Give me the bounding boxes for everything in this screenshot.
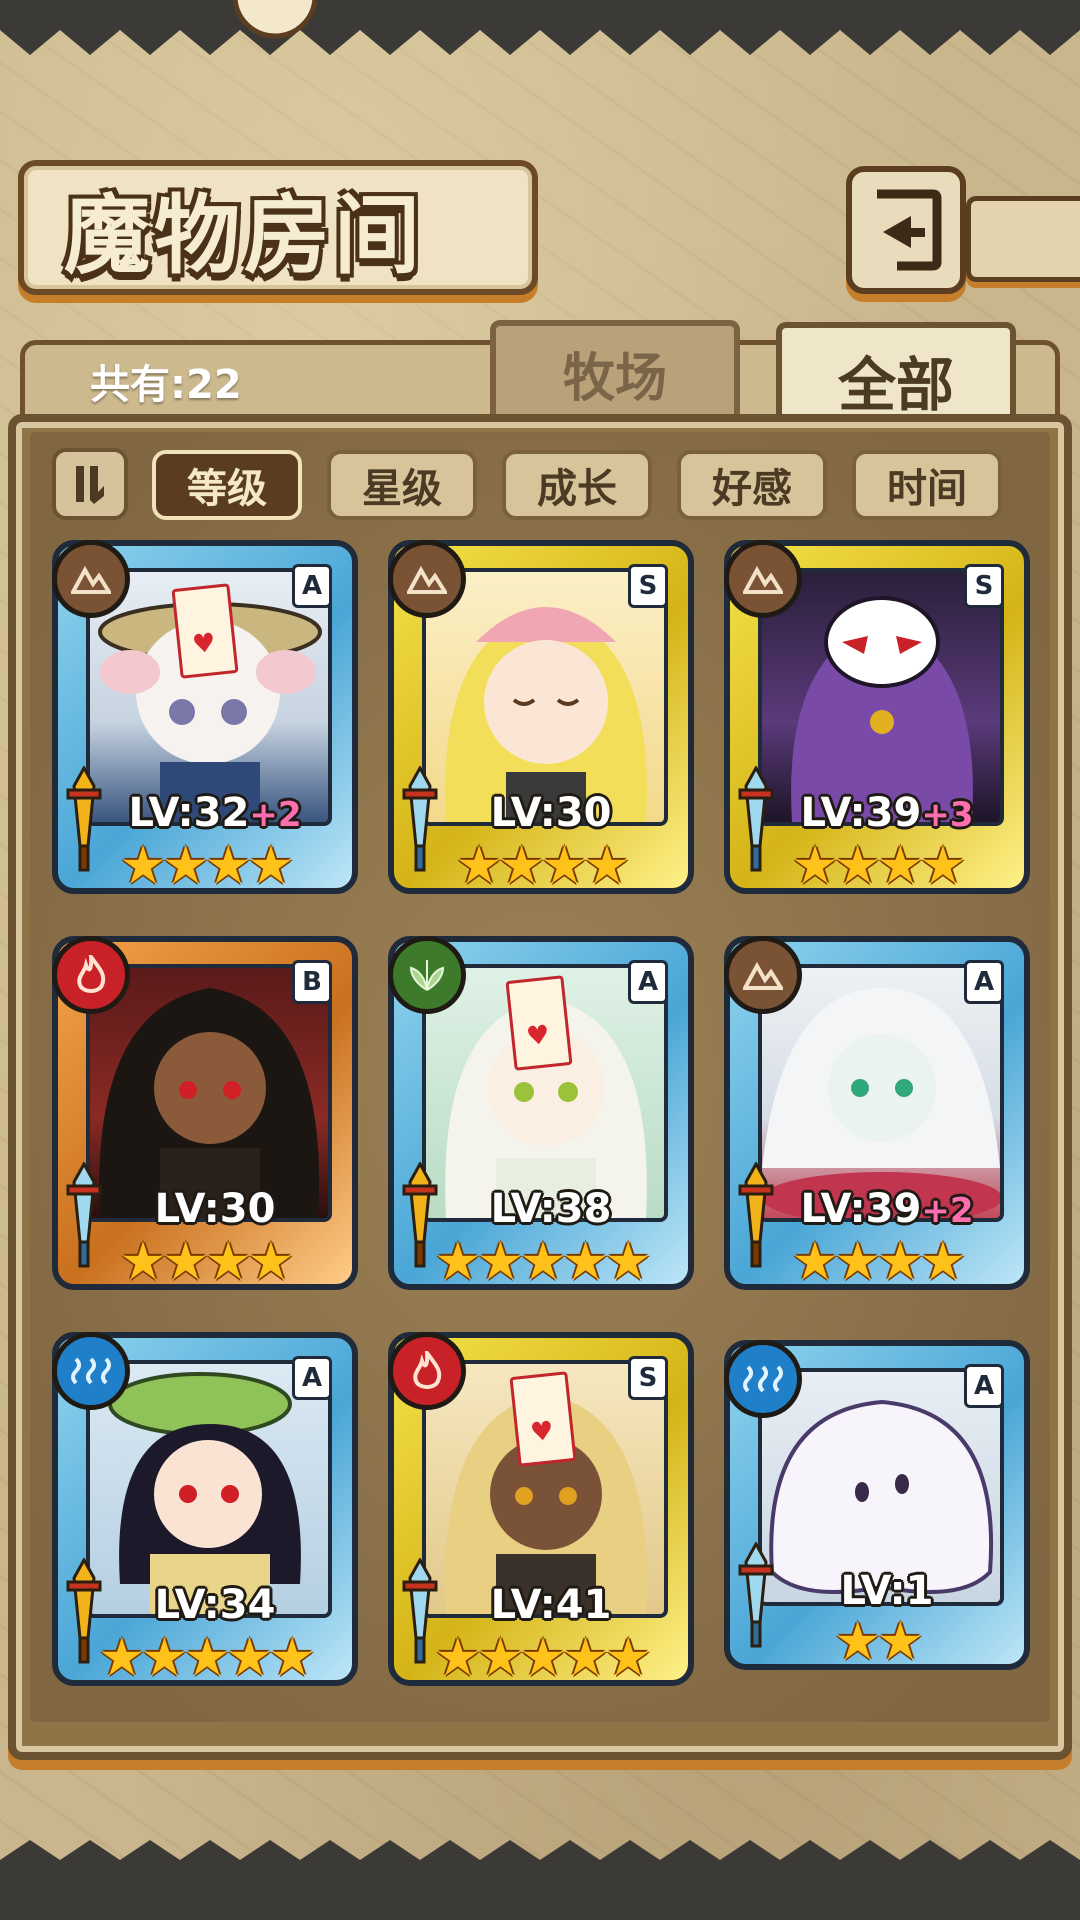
rank-badge: A — [292, 564, 332, 608]
monster-card-4[interactable]: B LV:30 ★★★★ — [52, 936, 358, 1292]
page-title: 魔物房间 — [64, 185, 424, 286]
earth-element-icon — [724, 936, 802, 1014]
torn-paper-top-edge — [0, 0, 1080, 55]
star-rating: ★★★★★ — [434, 1628, 651, 1688]
seal-talisman — [171, 583, 239, 679]
rank-badge: A — [964, 1364, 1004, 1408]
star-rating: ★★★★★ — [434, 1232, 651, 1292]
rank-badge: S — [628, 1356, 668, 1400]
monster-card-3[interactable]: S LV:39+3 ★★★★ — [724, 540, 1030, 896]
monster-card-1[interactable]: A LV:32+2 ★★★★ — [52, 540, 358, 896]
sort-time-button[interactable]: 时间 — [852, 450, 1002, 520]
monster-level: LV:39+2 — [800, 1186, 974, 1232]
monster-level: LV:30 — [490, 790, 612, 836]
earth-element-icon — [52, 540, 130, 618]
star-rating: ★★★★ — [455, 836, 630, 896]
monster-card-9[interactable]: A LV:1 ★★ — [724, 1340, 1030, 1672]
level-bonus: +3 — [921, 795, 974, 835]
monster-level: LV:38 — [490, 1186, 612, 1232]
sort-order-toggle[interactable] — [52, 448, 128, 520]
pause-bars-icon — [76, 466, 104, 504]
monster-count: 共有:22 — [90, 362, 242, 408]
sort-growth-button[interactable]: 成长 — [502, 450, 652, 520]
rank-badge: S — [964, 564, 1004, 608]
back-button[interactable] — [846, 166, 966, 294]
monster-level: LV:30 — [154, 1186, 276, 1232]
sort-affection-button[interactable]: 好感 — [677, 450, 827, 520]
water-element-icon — [724, 1340, 802, 1418]
monster-card-6[interactable]: A LV:39+2 ★★★★ — [724, 936, 1030, 1292]
sort-level-button[interactable]: 等级 — [152, 450, 302, 520]
torn-paper-bottom-edge — [0, 1840, 1080, 1920]
fire-element-icon — [52, 936, 130, 1014]
earth-element-icon — [724, 540, 802, 618]
monster-level: LV:39+3 — [800, 790, 974, 836]
earth-element-icon — [388, 540, 466, 618]
water-element-icon — [52, 1332, 130, 1410]
level-bonus: +2 — [921, 1191, 974, 1231]
star-rating: ★★★★★ — [98, 1628, 315, 1688]
level-bonus: +2 — [249, 795, 302, 835]
monster-level: LV:34 — [154, 1582, 276, 1628]
monster-card-7[interactable]: A LV:34 ★★★★★ — [52, 1332, 358, 1688]
monster-level: LV:1 — [840, 1568, 934, 1614]
monster-level: LV:32+2 — [128, 790, 302, 836]
rank-badge: A — [292, 1356, 332, 1400]
title-plaque: 魔物房间 — [18, 160, 538, 295]
tab-ranch[interactable]: 牧场 — [490, 320, 740, 420]
fire-element-icon — [388, 1332, 466, 1410]
rank-badge: B — [292, 960, 332, 1004]
back-button-rail — [966, 196, 1080, 282]
monster-card-8[interactable]: S LV:41 ★★★★★ — [388, 1332, 694, 1688]
star-rating: ★★★★ — [119, 836, 294, 896]
seal-talisman — [509, 1371, 577, 1467]
leaf-element-icon — [388, 936, 466, 1014]
rank-badge: S — [628, 564, 668, 608]
star-rating: ★★★★ — [791, 836, 966, 896]
rank-badge: A — [964, 960, 1004, 1004]
star-rating: ★★★★ — [791, 1232, 966, 1292]
return-arrow-icon — [877, 189, 942, 271]
star-rating: ★★ — [834, 1612, 923, 1672]
sort-star-button[interactable]: 星级 — [327, 450, 477, 520]
star-rating: ★★★★ — [119, 1232, 294, 1292]
monster-card-2[interactable]: S LV:30 ★★★★ — [388, 540, 694, 896]
monster-card-5[interactable]: A LV:38 ★★★★★ — [388, 936, 694, 1292]
rank-badge: A — [628, 960, 668, 1004]
monster-level: LV:41 — [490, 1582, 612, 1628]
seal-talisman — [505, 975, 573, 1071]
